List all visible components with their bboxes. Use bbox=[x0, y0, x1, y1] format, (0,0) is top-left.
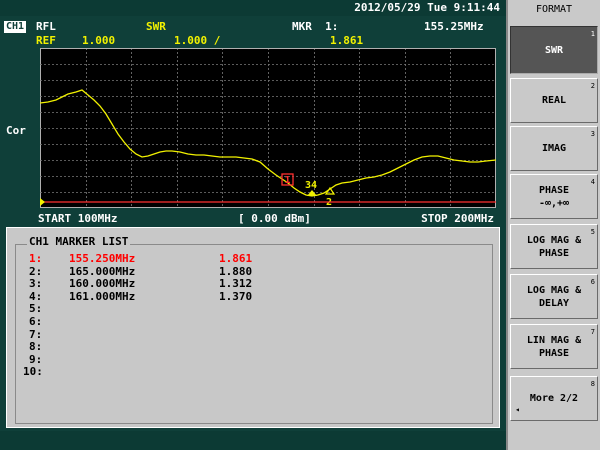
softkey-menu: FORMAT 1 SWR 2 REAL 3 IMAG 4 PHASE -∞,+∞ 5 LOG MAG… bbox=[506, 0, 600, 450]
status-bar: 2012/05/29 Tue 9:11:44 bbox=[0, 0, 506, 16]
softkey-label: PHASE bbox=[538, 184, 570, 196]
datetime-readout: 2012/05/29 Tue 9:11:44 bbox=[354, 1, 500, 14]
marker-number: 1: bbox=[29, 252, 43, 265]
softkey-label: More 2/2 bbox=[529, 393, 579, 404]
softkey-6[interactable]: 6 LOG MAG & DELAY bbox=[510, 274, 598, 319]
marker-number: 8: bbox=[29, 340, 43, 354]
instrument-screen: 2012/05/29 Tue 9:11:44 CH1 RFL SWR MKR 1… bbox=[0, 0, 506, 450]
marker-value-cell: 1.370 bbox=[219, 289, 253, 303]
swr-trace bbox=[40, 89, 496, 197]
softkey-label: IMAG bbox=[541, 143, 567, 154]
marker-list-title: CH1 MARKER LIST bbox=[27, 235, 131, 248]
start-frequency: START 100MHz bbox=[38, 212, 118, 225]
header-line-2: REF 1.000 1.000 / 1.861 bbox=[0, 34, 506, 48]
softkey-index: 6 bbox=[590, 278, 595, 286]
softkey-label: SWR bbox=[544, 44, 564, 56]
marker-1-number: 1 bbox=[285, 175, 291, 186]
marker-3-4-number: 34 bbox=[305, 180, 317, 191]
softkey-label: LIN MAG & bbox=[526, 334, 582, 346]
softkey-label-line2: DELAY bbox=[538, 297, 570, 309]
trace-plot[interactable]: 1 34 2 bbox=[40, 48, 496, 208]
softkey-label: LOG MAG & bbox=[526, 284, 582, 296]
softkey-index: 5 bbox=[590, 228, 595, 236]
marker-number: 10: bbox=[23, 365, 43, 379]
marker-number: 9: bbox=[29, 352, 43, 366]
marker-number: 7: bbox=[29, 327, 43, 341]
softkey-label: LOG MAG & bbox=[526, 234, 582, 246]
marker-number: 4: bbox=[29, 289, 43, 303]
softkey-label-line2: PHASE bbox=[538, 247, 570, 259]
softkey-index: 1 bbox=[590, 30, 595, 38]
softkey-index: 2 bbox=[590, 82, 595, 90]
bottom-status-bar bbox=[0, 431, 506, 450]
measurement-label: RFL bbox=[36, 20, 56, 33]
softkey-index: 3 bbox=[590, 130, 595, 138]
marker-number: 3: bbox=[29, 277, 43, 291]
marker-value-cell: 1.312 bbox=[219, 277, 253, 291]
softkey-4[interactable]: 4 PHASE -∞,+∞ bbox=[510, 174, 598, 219]
marker-value-cell: 1.880 bbox=[219, 264, 253, 278]
marker-value: 1.861 bbox=[330, 34, 364, 47]
softkey-index: 7 bbox=[590, 328, 595, 336]
marker-list-panel: CH1 MARKER LIST 1: 155.250MHz 1.861 2: 165.0… bbox=[6, 227, 500, 428]
marker-label: MKR 1: bbox=[292, 20, 339, 33]
softkey-7[interactable]: 7 LIN MAG & PHASE bbox=[510, 324, 598, 369]
softkey-1[interactable]: 1 SWR bbox=[510, 26, 598, 74]
plot-grid bbox=[40, 48, 496, 208]
ref-value: 1.000 bbox=[82, 34, 116, 47]
reference-pointer-icon bbox=[40, 198, 45, 206]
softkey-label-line2: -∞,+∞ bbox=[538, 197, 570, 209]
ref-label: REF bbox=[36, 34, 56, 47]
marker-number: 2: bbox=[29, 264, 43, 278]
stop-frequency: STOP 200MHz bbox=[421, 212, 494, 225]
marker-frequency: 155.25MHz bbox=[424, 20, 484, 33]
softkey-5[interactable]: 5 LOG MAG & PHASE bbox=[510, 224, 598, 269]
softkey-index: 4 bbox=[590, 178, 595, 186]
header-line-1: RFL SWR MKR 1: 155.25MHz bbox=[0, 20, 506, 34]
softkey-8[interactable]: 8 More 2/2 ◂ bbox=[510, 376, 598, 421]
marker-frequency-cell: 160.000MHz bbox=[69, 277, 136, 291]
menu-title: FORMAT bbox=[535, 4, 573, 15]
softkey-3[interactable]: 3 IMAG bbox=[510, 126, 598, 171]
marker-number: 5: bbox=[29, 302, 43, 316]
power-level: [ 0.00 dBm] bbox=[238, 212, 311, 225]
marker-frequency-cell: 161.000MHz bbox=[69, 289, 136, 303]
softkey-2[interactable]: 2 REAL bbox=[510, 78, 598, 123]
marker-value-cell: 1.861 bbox=[219, 252, 253, 265]
format-label: SWR bbox=[146, 20, 166, 33]
back-arrow-icon: ◂ bbox=[515, 405, 520, 414]
trace-graph: 1 34 2 bbox=[40, 48, 496, 208]
correction-label: Cor bbox=[6, 124, 26, 137]
softkey-index: 8 bbox=[590, 380, 595, 388]
softkey-label: REAL bbox=[541, 95, 567, 106]
marker-frequency-cell: 155.250MHz bbox=[69, 252, 136, 265]
softkey-label-line2: PHASE bbox=[538, 347, 570, 359]
scale-value: 1.000 / bbox=[174, 34, 221, 47]
marker-number: 6: bbox=[29, 315, 43, 328]
marker-frequency-cell: 165.000MHz bbox=[69, 264, 136, 278]
